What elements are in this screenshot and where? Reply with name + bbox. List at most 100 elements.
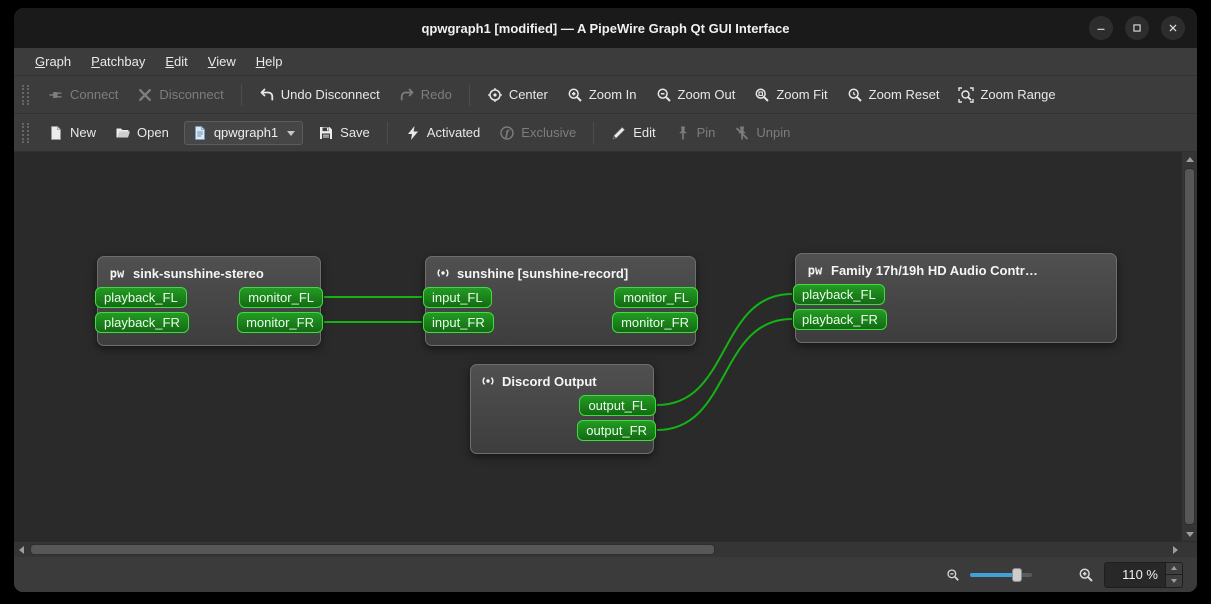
toolbar-handle[interactable]: [22, 84, 29, 105]
unpin-button[interactable]: Unpin: [726, 120, 798, 146]
patchbay-combo[interactable]: qpwgraph1: [183, 120, 304, 145]
pin-button[interactable]: Pin: [667, 120, 724, 146]
zoom-slider[interactable]: [970, 567, 1032, 583]
vertical-scroll-track[interactable]: [1184, 167, 1195, 526]
zoom-range-icon: [958, 86, 975, 103]
port-output_FL[interactable]: output_FL: [579, 394, 656, 416]
edit-button[interactable]: Edit: [603, 120, 663, 146]
zoom-out-button[interactable]: Zoom Out: [648, 82, 744, 108]
zoom-fit-label: Zoom Fit: [776, 87, 828, 102]
menu-help[interactable]: Help: [247, 51, 292, 72]
app-window: qpwgraph1 [modified] — A PipeWire Graph …: [14, 8, 1197, 592]
menu-view[interactable]: View: [199, 51, 245, 72]
node-header: Discord Output: [471, 365, 653, 394]
activated-button[interactable]: Activated: [397, 120, 488, 146]
menu-edit[interactable]: Edit: [156, 51, 196, 72]
node-discord-output[interactable]: Discord Output output_FL output_FR: [468, 364, 656, 454]
port-row: input_FL monitor_FL: [423, 286, 698, 308]
activated-icon: [405, 125, 421, 141]
toolbar-patchbay: New Open qpwgraph1 Save Activated f Exclusive E…: [14, 114, 1197, 152]
zoom-slider-track[interactable]: [970, 572, 1032, 577]
open-label: Open: [137, 125, 169, 140]
center-icon: [487, 87, 503, 103]
center-button[interactable]: Center: [479, 82, 556, 108]
zoom-spin-down-button[interactable]: [1166, 574, 1182, 587]
minimize-icon: [1094, 21, 1108, 35]
menu-graph[interactable]: Graph: [26, 51, 80, 72]
scroll-left-button[interactable]: [14, 542, 28, 557]
menu-patchbay[interactable]: Patchbay: [82, 51, 154, 72]
port-output_FR[interactable]: output_FR: [577, 419, 656, 441]
node-sunshine[interactable]: sunshine [sunshine-record] input_FLmonito…: [423, 256, 698, 346]
port-monitor_FL[interactable]: monitor_FL: [239, 286, 323, 308]
port-input_FL[interactable]: input_FL: [423, 286, 492, 308]
port-monitor_FL[interactable]: monitor_FL: [614, 286, 698, 308]
zoom-in-label: Zoom In: [588, 87, 637, 102]
port-playback_FR[interactable]: playback_FR: [793, 308, 887, 330]
port-input_FR[interactable]: input_FR: [423, 311, 494, 333]
exclusive-icon: f: [499, 125, 515, 141]
exclusive-button[interactable]: f Exclusive: [491, 120, 584, 146]
toolbar-separator: [468, 83, 470, 106]
save-icon: [318, 125, 334, 141]
horizontal-scroll-track[interactable]: [29, 544, 1167, 555]
zoom-spinbox[interactable]: 110 %: [1104, 561, 1183, 588]
maximize-button[interactable]: [1125, 16, 1149, 40]
port-row: output_FR: [468, 419, 656, 441]
save-button[interactable]: Save: [310, 120, 378, 146]
activated-label: Activated: [426, 125, 481, 140]
horizontal-scroll-thumb[interactable]: [30, 544, 715, 555]
window-title: qpwgraph1 [modified] — A PipeWire Graph …: [421, 20, 790, 36]
edit-label: Edit: [633, 125, 656, 140]
node-title: sink-sunshine-stereo: [133, 265, 264, 281]
scroll-down-button[interactable]: [1182, 527, 1197, 541]
scrollbar-corner: [1182, 542, 1197, 557]
toolbar-handle[interactable]: [22, 122, 29, 143]
redo-label: Redo: [420, 87, 452, 102]
save-label: Save: [340, 125, 370, 140]
zoom-reset-button[interactable]: Zoom Reset: [839, 82, 948, 108]
zoom-in-button[interactable]: Zoom In: [559, 82, 645, 108]
scroll-right-button[interactable]: [1168, 542, 1182, 557]
close-button[interactable]: [1161, 16, 1185, 40]
zoom-range-button[interactable]: Zoom Range: [950, 82, 1063, 108]
scroll-up-button[interactable]: [1182, 152, 1197, 166]
port-monitor_FR[interactable]: monitor_FR: [612, 311, 698, 333]
port-playback_FL[interactable]: playback_FL: [793, 283, 885, 305]
zoom-fit-button[interactable]: Zoom Fit: [746, 82, 835, 108]
port-row: input_FR monitor_FR: [423, 311, 698, 333]
vertical-scrollbar[interactable]: [1181, 152, 1197, 541]
port-row: output_FL: [468, 394, 656, 416]
exclusive-label: Exclusive: [521, 125, 577, 140]
zoom-out-icon: [946, 568, 960, 582]
graph-canvas[interactable]: pw sink-sunshine-stereo playback_FL monitor…: [14, 152, 1181, 541]
zoom-out-label: Zoom Out: [677, 87, 736, 102]
node-family-hd-audio[interactable]: pw Family 17h/19h HD Audio Contr… playback…: [793, 253, 1117, 343]
window-controls: [1089, 8, 1185, 48]
node-header: sunshine [sunshine-record]: [426, 257, 695, 286]
connect-button[interactable]: Connect: [40, 82, 126, 108]
undo-disconnect-button[interactable]: Undo Disconnect: [251, 82, 388, 108]
zoom-in-icon: [1078, 567, 1094, 583]
disconnect-icon: [137, 87, 153, 103]
zoom-value[interactable]: 110 %: [1105, 563, 1165, 587]
new-button[interactable]: New: [40, 120, 104, 146]
vertical-scroll-thumb[interactable]: [1184, 168, 1195, 525]
zoom-spin-up-button[interactable]: [1166, 562, 1182, 574]
port-playback_FR[interactable]: playback_FR: [95, 311, 189, 333]
horizontal-scrollbar[interactable]: [14, 542, 1182, 557]
toolbar-main: Connect Disconnect Undo Disconnect Redo Cent…: [14, 76, 1197, 114]
port-playback_FL[interactable]: playback_FL: [95, 286, 187, 308]
open-button[interactable]: Open: [107, 120, 177, 146]
port-monitor_FR[interactable]: monitor_FR: [237, 311, 323, 333]
toolbar-separator: [240, 83, 242, 106]
pin-label: Pin: [696, 125, 716, 140]
zoom-reset-label: Zoom Reset: [868, 87, 940, 102]
node-sink-sunshine-stereo[interactable]: pw sink-sunshine-stereo playback_FL monitor…: [95, 256, 323, 346]
minimize-button[interactable]: [1089, 16, 1113, 40]
zoom-slider-handle[interactable]: [1011, 567, 1022, 582]
unpin-label: Unpin: [756, 125, 791, 140]
titlebar[interactable]: qpwgraph1 [modified] — A PipeWire Graph …: [14, 8, 1197, 48]
redo-button[interactable]: Redo: [391, 82, 460, 108]
disconnect-button[interactable]: Disconnect: [129, 82, 231, 108]
